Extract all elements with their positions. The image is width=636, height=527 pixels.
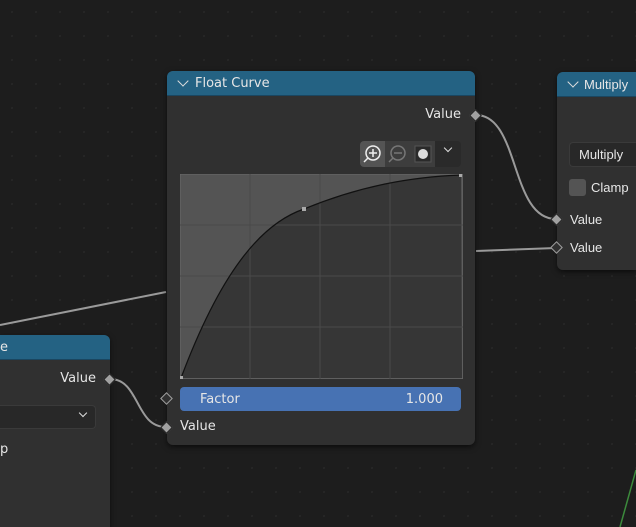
node-title: Multiply — [584, 76, 629, 92]
chevron-down-icon — [78, 408, 88, 418]
link-green — [619, 469, 636, 527]
input-label: Value — [180, 419, 216, 434]
left-node[interactable]: e Value p — [0, 335, 110, 527]
operation-dropdown[interactable]: Multiply — [569, 142, 636, 167]
zoom-out-button[interactable] — [385, 141, 410, 167]
curve-editor[interactable] — [180, 174, 463, 379]
factor-value: 1.000 — [405, 391, 443, 407]
clamp-label: p — [0, 442, 9, 457]
clamp-label: Clamp — [591, 180, 629, 195]
zoom-in-icon — [363, 145, 381, 163]
multiply-node[interactable]: Multiply Multiply Clamp Value Value — [557, 72, 636, 270]
factor-label: Factor — [200, 391, 240, 407]
curve-menu-button[interactable] — [435, 141, 461, 167]
factor-slider[interactable]: Factor 1.000 — [180, 387, 461, 411]
input2-label: Value — [570, 240, 603, 255]
chevron-down-icon — [443, 143, 453, 153]
output-label: Value — [425, 107, 461, 122]
curve-point[interactable] — [302, 207, 306, 211]
link-left-to-float — [0, 291, 167, 326]
clipping-button[interactable] — [410, 141, 435, 167]
curve-point[interactable] — [459, 174, 462, 177]
collapse-chevron-icon[interactable] — [177, 75, 189, 87]
node-title: Float Curve — [195, 75, 270, 91]
collapse-chevron-icon[interactable] — [567, 76, 579, 88]
zoom-out-icon — [388, 145, 406, 163]
operation-value: Multiply — [579, 147, 624, 162]
input1-label: Value — [570, 212, 603, 227]
zoom-in-button[interactable] — [360, 141, 385, 167]
clamp-checkbox[interactable] — [569, 179, 586, 196]
link-to-multiply-value2 — [475, 247, 557, 252]
link-left-value-to-float-input — [109, 378, 167, 428]
output-label: Value — [60, 371, 96, 386]
node-title: e — [0, 339, 8, 355]
operation-dropdown[interactable] — [0, 405, 96, 429]
clipping-icon — [414, 145, 432, 163]
link-float-to-multiply — [475, 114, 557, 220]
curve-point[interactable] — [180, 376, 183, 379]
float-curve-node[interactable]: Float Curve Value Factor 1.000 Value — [167, 71, 475, 445]
